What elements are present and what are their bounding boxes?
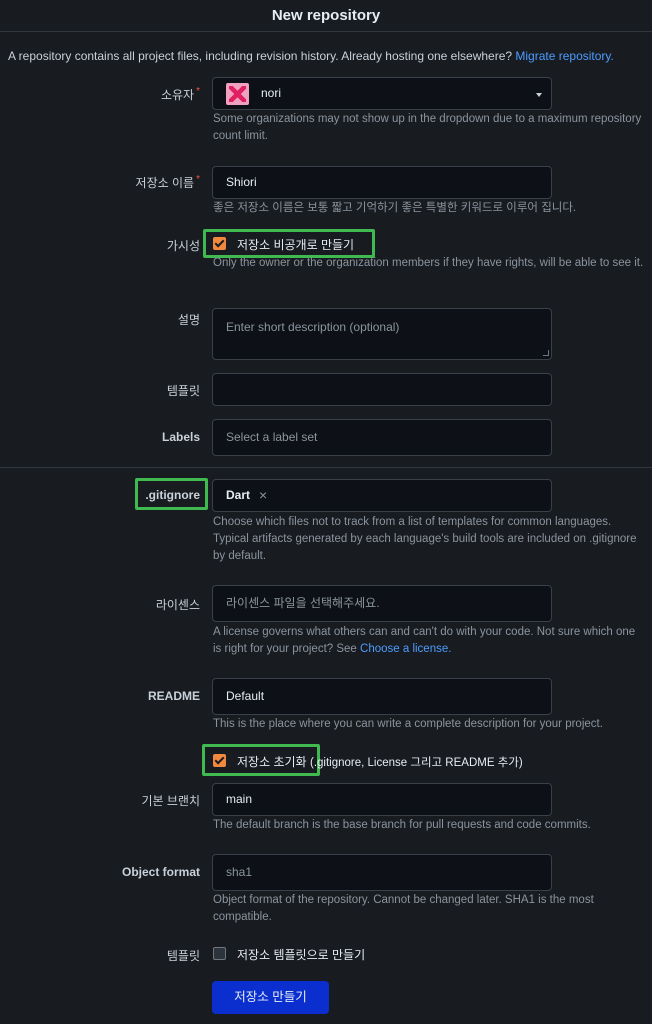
description-label: 설명 (177, 313, 200, 327)
owner-avatar (226, 83, 249, 105)
required-marker: * (196, 86, 200, 97)
template-input[interactable] (212, 373, 552, 406)
gitignore-help: Choose which files not to track from a l… (213, 516, 637, 562)
owner-label-text: 소유자 (160, 88, 195, 102)
template-label: 템플릿 (166, 384, 200, 398)
migrate-repository-link[interactable]: Migrate repository. (515, 49, 613, 63)
private-checkbox[interactable] (213, 237, 226, 250)
visibility-help: Only the owner or the organization membe… (213, 257, 644, 269)
license-help: A license governs what others can and ca… (213, 624, 645, 658)
clear-icon[interactable]: × (259, 480, 267, 511)
owner-value: nori (261, 86, 282, 100)
page-title: New repository (0, 0, 652, 32)
intro-text: A repository contains all project files,… (8, 49, 648, 63)
required-marker: * (196, 174, 200, 185)
init-checkbox-label: 저장소 초기화 (237, 755, 307, 769)
init-checkbox[interactable] (213, 754, 226, 767)
object-format-label: Object format (121, 865, 200, 879)
section-divider (0, 467, 652, 468)
template-repo-checkbox-label: 저장소 템플릿으로 만들기 (237, 948, 366, 962)
default-branch-help: The default branch is the base branch fo… (213, 819, 591, 831)
chevron-down-icon (536, 93, 542, 97)
object-format-input: sha1 (212, 854, 552, 891)
visibility-label: 가시성 (166, 239, 200, 253)
owner-help: Some organizations may not show up in th… (213, 113, 642, 142)
repo-name-help: 좋은 저장소 이름은 보통 짧고 기억하기 좋은 특별한 키워드로 이루어 집니… (213, 202, 577, 214)
gitignore-value: Dart (226, 488, 251, 502)
template-repo-label: 템플릿 (166, 949, 200, 963)
labels-label: Labels (161, 430, 200, 444)
intro-description: A repository contains all project files,… (8, 49, 516, 63)
default-branch-input[interactable]: main (212, 783, 552, 816)
owner-label: 소유자 * (161, 86, 200, 103)
choose-license-link[interactable]: Choose a license. (360, 643, 451, 655)
repo-name-label-text: 저장소 이름 (135, 176, 195, 190)
resize-handle-icon[interactable] (543, 350, 549, 356)
license-select[interactable]: 라이센스 파일을 선택해주세요. (212, 585, 552, 622)
object-format-help: Object format of the repository. Cannot … (213, 894, 594, 923)
labels-select[interactable]: Select a label set (212, 419, 552, 456)
default-branch-label: 기본 브랜치 (141, 794, 200, 808)
repo-name-label: 저장소 이름 * (136, 174, 200, 191)
gitignore-label: .gitignore (145, 488, 200, 502)
readme-label: README (147, 689, 200, 703)
license-label: 라이센스 (155, 598, 200, 612)
template-repo-checkbox[interactable] (213, 947, 226, 960)
repo-name-input[interactable]: Shiori (212, 166, 552, 199)
gitignore-select[interactable]: Dart × (212, 479, 552, 512)
create-repository-button[interactable]: 저장소 만들기 (212, 981, 329, 1014)
init-checkbox-suffix: (.gitignore, License 그리고 README 추가) (310, 757, 523, 769)
description-textarea[interactable]: Enter short description (optional) (212, 308, 552, 360)
readme-help: This is the place where you can write a … (213, 718, 603, 730)
owner-dropdown[interactable]: nori (212, 77, 552, 110)
readme-select[interactable]: Default (212, 678, 552, 715)
private-checkbox-label: 저장소 비공개로 만들기 (237, 238, 355, 252)
